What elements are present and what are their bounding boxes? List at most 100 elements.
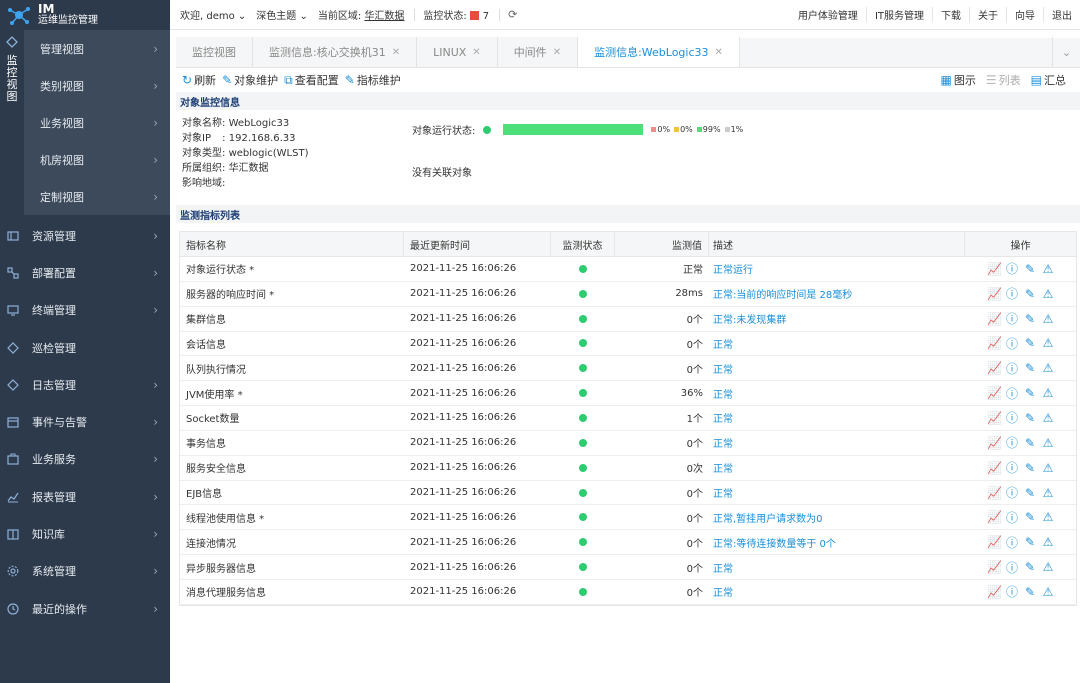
- alert-settings-icon[interactable]: ⚠: [1041, 287, 1055, 301]
- refresh-button[interactable]: ↻ 刷新: [182, 72, 216, 88]
- sidebar-sub-item-management-view[interactable]: 管理视图 ›: [24, 30, 170, 67]
- view-config-button[interactable]: ⧉ 查看配置: [284, 72, 339, 88]
- alert-settings-icon[interactable]: ⚠: [1041, 386, 1055, 400]
- list-view-button[interactable]: ☰ 列表: [986, 72, 1021, 88]
- close-icon[interactable]: ✕: [715, 47, 723, 58]
- alert-settings-icon[interactable]: ⚠: [1041, 336, 1055, 350]
- theme-select[interactable]: 深色主题 ⌄: [256, 7, 308, 22]
- alert-settings-icon[interactable]: ⚠: [1041, 585, 1055, 599]
- edit-icon[interactable]: ✎: [1023, 312, 1037, 326]
- close-icon[interactable]: ✕: [553, 47, 561, 58]
- monitor-view-tab[interactable]: 监控视图: [0, 30, 24, 215]
- info-icon[interactable]: ⓘ: [1005, 509, 1019, 526]
- tab-weblogic[interactable]: 监测信息:WebLogic33 ✕: [578, 37, 740, 67]
- close-icon[interactable]: ✕: [472, 47, 480, 58]
- chart-icon[interactable]: 📈: [987, 411, 1002, 425]
- info-icon[interactable]: ⓘ: [1005, 360, 1019, 377]
- chart-icon[interactable]: 📈: [987, 486, 1002, 500]
- metric-description-link[interactable]: 正常运行: [709, 257, 965, 281]
- edit-icon[interactable]: ✎: [1023, 560, 1037, 574]
- metric-description-link[interactable]: 正常:等待连接数量等于 0个: [709, 530, 965, 554]
- info-icon[interactable]: ⓘ: [1005, 459, 1019, 476]
- alert-settings-icon[interactable]: ⚠: [1041, 560, 1055, 574]
- metric-description-link[interactable]: 正常: [709, 555, 965, 579]
- column-header[interactable]: 最近更新时间: [404, 232, 551, 256]
- chart-icon[interactable]: 📈: [987, 436, 1002, 450]
- metric-description-link[interactable]: 正常: [709, 381, 965, 405]
- edit-icon[interactable]: ✎: [1023, 287, 1037, 301]
- sidebar-item-system[interactable]: 系统管理 ›: [0, 553, 170, 590]
- user-menu[interactable]: demo ⌄: [206, 11, 246, 22]
- edit-icon[interactable]: ✎: [1023, 386, 1037, 400]
- metric-description-link[interactable]: 正常: [709, 481, 965, 505]
- chart-icon[interactable]: 📈: [987, 312, 1002, 326]
- summary-view-button[interactable]: ▤ 汇总: [1031, 72, 1066, 88]
- info-icon[interactable]: ⓘ: [1005, 385, 1019, 402]
- edit-icon[interactable]: ✎: [1023, 436, 1037, 450]
- alert-settings-icon[interactable]: ⚠: [1041, 461, 1055, 475]
- sidebar-sub-item-custom-view[interactable]: 定制视图 ›: [24, 178, 170, 215]
- alert-settings-icon[interactable]: ⚠: [1041, 436, 1055, 450]
- region-link[interactable]: 华汇数据: [364, 11, 404, 22]
- info-icon[interactable]: ⓘ: [1005, 484, 1019, 501]
- metric-description-link[interactable]: 正常:未发现集群: [709, 307, 965, 331]
- alert-settings-icon[interactable]: ⚠: [1041, 486, 1055, 500]
- monitor-status-count[interactable]: 7: [483, 11, 489, 22]
- sidebar-item-log[interactable]: 日志管理 ›: [0, 366, 170, 403]
- chart-icon[interactable]: 📈: [987, 361, 1002, 375]
- alert-settings-icon[interactable]: ⚠: [1041, 411, 1055, 425]
- alert-settings-icon[interactable]: ⚠: [1041, 535, 1055, 549]
- chart-icon[interactable]: 📈: [987, 262, 1002, 276]
- chart-icon[interactable]: 📈: [987, 461, 1002, 475]
- info-icon[interactable]: ⓘ: [1005, 260, 1019, 277]
- alert-settings-icon[interactable]: ⚠: [1041, 510, 1055, 524]
- link-ux-management[interactable]: 用户体验管理: [790, 7, 866, 22]
- alert-settings-icon[interactable]: ⚠: [1041, 262, 1055, 276]
- edit-icon[interactable]: ✎: [1023, 486, 1037, 500]
- sidebar-item-deploy[interactable]: 部署配置 ›: [0, 254, 170, 291]
- sidebar-item-recent[interactable]: 最近的操作 ›: [0, 590, 170, 627]
- tab-linux[interactable]: LINUX ✕: [417, 37, 498, 67]
- edit-icon[interactable]: ✎: [1023, 411, 1037, 425]
- column-header[interactable]: 描述: [709, 232, 965, 256]
- info-icon[interactable]: ⓘ: [1005, 434, 1019, 451]
- info-icon[interactable]: ⓘ: [1005, 310, 1019, 327]
- sidebar-item-inspection[interactable]: 巡检管理: [0, 329, 170, 366]
- sidebar-item-events[interactable]: 事件与告警 ›: [0, 403, 170, 440]
- info-icon[interactable]: ⓘ: [1005, 559, 1019, 576]
- column-header[interactable]: 指标名称: [180, 232, 404, 256]
- sidebar-item-report[interactable]: 报表管理 ›: [0, 478, 170, 515]
- tab-monitor-view[interactable]: 监控视图: [176, 37, 253, 67]
- edit-icon[interactable]: ✎: [1023, 262, 1037, 276]
- link-about[interactable]: 关于: [969, 7, 1006, 22]
- edit-icon[interactable]: ✎: [1023, 535, 1037, 549]
- info-icon[interactable]: ⓘ: [1005, 409, 1019, 426]
- chart-icon[interactable]: 📈: [987, 585, 1002, 599]
- info-icon[interactable]: ⓘ: [1005, 534, 1019, 551]
- chart-icon[interactable]: 📈: [987, 535, 1002, 549]
- object-maintain-button[interactable]: ✎ 对象维护: [222, 72, 278, 88]
- sidebar-item-business-service[interactable]: 业务服务 ›: [0, 441, 170, 478]
- alert-status-indicator[interactable]: [469, 11, 479, 20]
- sidebar-sub-item-business-view[interactable]: 业务视图 ›: [24, 104, 170, 141]
- column-header[interactable]: 监测状态: [551, 232, 615, 256]
- link-it-service[interactable]: IT服务管理: [865, 7, 932, 22]
- sidebar-sub-item-datacenter-view[interactable]: 机房视图 ›: [24, 141, 170, 178]
- edit-icon[interactable]: ✎: [1023, 361, 1037, 375]
- metric-description-link[interactable]: 正常: [709, 456, 965, 480]
- metric-description-link[interactable]: 正常,暂挂用户请求数为0: [709, 505, 965, 529]
- sidebar-item-terminal[interactable]: 终端管理 ›: [0, 292, 170, 329]
- metric-description-link[interactable]: 正常:当前的响应时间是 28毫秒: [709, 282, 965, 306]
- chart-icon[interactable]: 📈: [987, 336, 1002, 350]
- metric-description-link[interactable]: 正常: [709, 580, 965, 604]
- edit-icon[interactable]: ✎: [1023, 461, 1037, 475]
- metric-maintain-button[interactable]: ✎ 指标维护: [345, 72, 401, 88]
- chart-icon[interactable]: 📈: [987, 287, 1002, 301]
- graph-view-button[interactable]: ▦ 图示: [941, 72, 976, 88]
- column-header[interactable]: 监测值: [615, 232, 709, 256]
- tab-core-switch[interactable]: 监测信息:核心交换机31 ✕: [253, 37, 418, 67]
- chart-icon[interactable]: 📈: [987, 560, 1002, 574]
- chart-icon[interactable]: 📈: [987, 386, 1002, 400]
- metric-description-link[interactable]: 正常: [709, 356, 965, 380]
- chart-icon[interactable]: 📈: [987, 510, 1002, 524]
